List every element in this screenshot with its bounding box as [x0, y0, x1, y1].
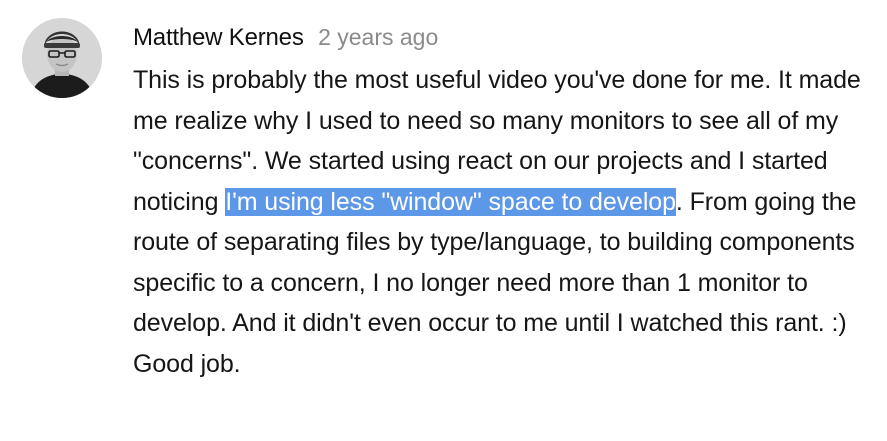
user-avatar-icon [22, 18, 102, 98]
comment-text-after-selection: . From going the route of separating fil… [133, 187, 857, 378]
comment-content: Matthew Kernes 2 years ago This is proba… [133, 18, 873, 384]
comment-timestamp[interactable]: 2 years ago [318, 24, 438, 50]
author-avatar[interactable] [22, 18, 102, 98]
selected-text: I'm using less "window" space to develop [225, 187, 676, 216]
comment-header: Matthew Kernes 2 years ago [133, 18, 873, 56]
comment-text: This is probably the most useful video y… [133, 60, 873, 384]
author-name[interactable]: Matthew Kernes [133, 24, 304, 51]
comment-item: Matthew Kernes 2 years ago This is proba… [0, 0, 887, 441]
